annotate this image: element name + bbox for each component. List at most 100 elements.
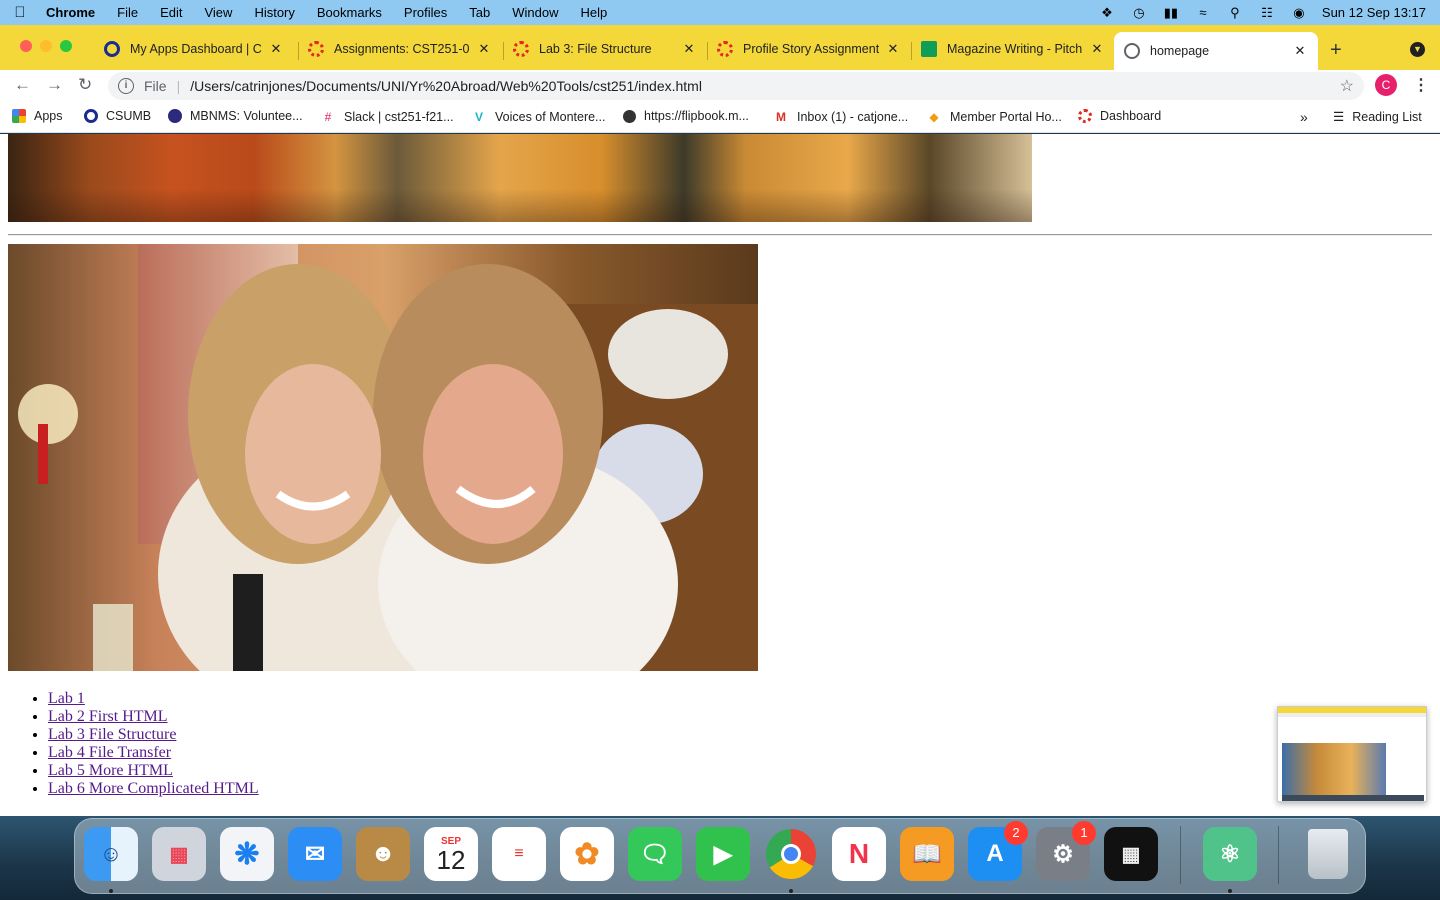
safari-icon[interactable]: ❋	[220, 827, 274, 881]
menu-edit[interactable]: Edit	[149, 5, 193, 20]
bookmark-star-icon[interactable]: ☆	[1340, 76, 1354, 96]
site-info-icon[interactable]: i	[118, 78, 134, 94]
bookmark-label: Dashboard	[1100, 109, 1162, 123]
menu-window[interactable]: Window	[501, 5, 569, 20]
news-icon[interactable]: N	[832, 827, 886, 881]
tab-assignments[interactable]: Assignments: CST251-0 ✕	[298, 32, 502, 66]
close-tab-icon[interactable]: ✕	[885, 41, 901, 57]
lab-6-link[interactable]: Lab 6 More Complicated HTML	[48, 780, 259, 797]
menu-file[interactable]: File	[106, 5, 149, 20]
tab-profile-story[interactable]: Profile Story Assignment ✕	[707, 32, 911, 66]
mail-icon[interactable]: ✉	[288, 827, 342, 881]
menu-bookmarks[interactable]: Bookmarks	[306, 5, 393, 20]
menu-view[interactable]: View	[193, 5, 243, 20]
calendar-icon[interactable]: SEP 12	[424, 827, 478, 881]
siri-icon[interactable]: ◉	[1290, 5, 1308, 20]
messages-icon[interactable]: 🗨	[628, 827, 682, 881]
bookmark-label: Slack | cst251-f21...	[344, 110, 454, 124]
bookmark-voices[interactable]: V Voices of Montere...	[471, 109, 606, 125]
launchpad-icon[interactable]: ▦	[152, 827, 206, 881]
horizontal-rule	[8, 234, 1432, 236]
bookmark-csumb[interactable]: CSUMB	[84, 109, 151, 123]
reload-icon[interactable]: ↻	[78, 75, 92, 95]
menu-help[interactable]: Help	[570, 5, 619, 20]
close-window-button[interactable]	[20, 40, 32, 52]
finder-icon[interactable]: ☺	[84, 827, 138, 881]
forward-arrow-icon[interactable]: →	[46, 75, 63, 95]
tab-homepage[interactable]: homepage ✕	[1114, 32, 1318, 70]
chrome-icon[interactable]	[764, 827, 818, 881]
list-item: Lab 3 File Structure	[48, 726, 259, 744]
lab-4-link[interactable]: Lab 4 File Transfer	[48, 744, 171, 761]
bookmark-label: MBNMS: Voluntee...	[190, 109, 303, 123]
lab-links-list: Lab 1 Lab 2 First HTML Lab 3 File Struct…	[48, 690, 259, 798]
address-bar[interactable]: i File | /Users/catrinjones/Documents/UN…	[108, 72, 1364, 100]
apps-grid-icon	[12, 109, 26, 123]
bookmark-member-portal[interactable]: ◆ Member Portal Ho...	[926, 109, 1061, 125]
reminders-icon[interactable]: ≡	[492, 827, 546, 881]
dropbox-status-icon[interactable]: ❖	[1098, 5, 1116, 20]
new-tab-icon[interactable]: +	[1330, 39, 1342, 62]
v-icon: V	[474, 110, 483, 124]
wifi-icon[interactable]: ≈	[1194, 5, 1212, 20]
photos-icon[interactable]: ✿	[560, 827, 614, 881]
back-arrow-icon[interactable]: ←	[14, 75, 31, 95]
chrome-tab-strip: My Apps Dashboard | CS ✕ Assignments: CS…	[0, 25, 1440, 70]
close-tab-icon[interactable]: ✕	[681, 41, 697, 57]
spotlight-search-icon[interactable]: ⚲	[1226, 5, 1244, 20]
screenshot-thumbnail[interactable]	[1277, 706, 1427, 802]
close-tab-icon[interactable]: ✕	[476, 41, 492, 57]
menu-tab[interactable]: Tab	[458, 5, 501, 20]
bookmark-flipbook[interactable]: https://flipbook.m...	[623, 109, 749, 123]
zoom-window-button[interactable]	[60, 40, 72, 52]
canvas-icon	[513, 41, 529, 57]
bookmark-gmail[interactable]: M Inbox (1) - catjone...	[773, 109, 908, 125]
close-tab-icon[interactable]: ✕	[1292, 43, 1308, 59]
menu-profiles[interactable]: Profiles	[393, 5, 458, 20]
lab-2-link[interactable]: Lab 2 First HTML	[48, 708, 168, 725]
lab-3-link[interactable]: Lab 3 File Structure	[48, 726, 176, 743]
url-text[interactable]: /Users/catrinjones/Documents/UNI/Yr%20Ab…	[190, 78, 702, 94]
bookmark-mbnms[interactable]: MBNMS: Voluntee...	[168, 109, 303, 123]
okta-icon	[104, 41, 120, 57]
url-divider: |	[176, 78, 181, 94]
atom-icon[interactable]: ⚛	[1203, 827, 1257, 881]
trash-icon[interactable]	[1301, 827, 1355, 881]
bookmark-slack[interactable]: # Slack | cst251-f21...	[320, 109, 454, 125]
menu-app-name[interactable]: Chrome	[40, 5, 106, 20]
close-tab-icon[interactable]: ✕	[268, 41, 284, 57]
apple-menu-icon[interactable]: 	[0, 4, 40, 21]
gmail-icon: M	[776, 110, 786, 124]
more-bookmarks-icon[interactable]: »	[1300, 109, 1308, 125]
list-item: Lab 1	[48, 690, 259, 708]
lab-1-link[interactable]: Lab 1	[48, 690, 85, 707]
time-machine-icon[interactable]: ◷	[1130, 5, 1148, 20]
chrome-menu-icon[interactable]: ⋮	[1413, 75, 1429, 95]
menu-clock[interactable]: Sun 12 Sep 13:17	[1322, 5, 1426, 20]
books-icon[interactable]: 📖	[900, 827, 954, 881]
tab-my-apps-dashboard[interactable]: My Apps Dashboard | CS ✕	[94, 32, 294, 66]
tab-lab-3[interactable]: Lab 3: File Structure ✕	[503, 32, 707, 66]
mission-control-icon[interactable]: ▦	[1104, 827, 1158, 881]
list-item: Lab 2 First HTML	[48, 708, 259, 726]
bookmark-label: Inbox (1) - catjone...	[797, 110, 909, 124]
canvas-icon	[308, 41, 324, 57]
reading-list-button[interactable]: ☰ Reading List	[1333, 109, 1422, 125]
tab-search-icon[interactable]: ▼	[1410, 42, 1425, 57]
control-center-icon[interactable]: ☷	[1258, 5, 1276, 20]
bookmark-dashboard[interactable]: Dashboard	[1078, 109, 1161, 123]
macos-menu-bar:  Chrome File Edit View History Bookmark…	[0, 0, 1440, 25]
contacts-icon[interactable]: ☻	[356, 827, 410, 881]
system-preferences-badge: 1	[1072, 821, 1096, 845]
bookmark-apps[interactable]: Apps	[12, 109, 63, 123]
canvas-icon	[717, 41, 733, 57]
close-tab-icon[interactable]: ✕	[1089, 41, 1105, 57]
battery-icon[interactable]: ▮▮	[1162, 5, 1180, 20]
menu-history[interactable]: History	[243, 5, 305, 20]
tab-label: My Apps Dashboard | CS	[130, 42, 262, 56]
lab-5-link[interactable]: Lab 5 More HTML	[48, 762, 173, 779]
profile-avatar[interactable]: C	[1375, 74, 1397, 96]
minimize-window-button[interactable]	[40, 40, 52, 52]
facetime-icon[interactable]: ▶	[696, 827, 750, 881]
tab-magazine-writing[interactable]: Magazine Writing - Pitch ✕	[911, 32, 1115, 66]
